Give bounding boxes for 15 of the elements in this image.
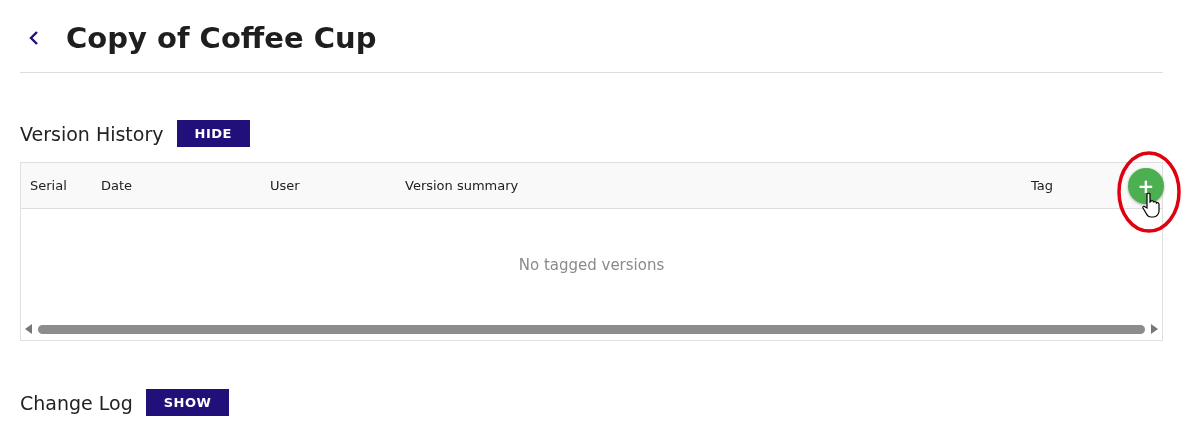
column-header: Serial bbox=[30, 178, 68, 193]
page-title: Copy of Coffee Cup bbox=[66, 21, 377, 55]
column-header: User bbox=[270, 178, 301, 193]
column-header: Version summary bbox=[405, 178, 520, 193]
column-header: Tag bbox=[1031, 178, 1054, 193]
scroll-right-icon[interactable] bbox=[1151, 324, 1158, 334]
toggle-button[interactable]: HIDE bbox=[176, 120, 250, 147]
scrollbar-thumb[interactable] bbox=[38, 324, 1145, 334]
empty-message: No tagged versions bbox=[518, 256, 665, 274]
column-header: Date bbox=[101, 178, 134, 193]
section-title: Change Log bbox=[20, 391, 133, 414]
back-icon[interactable] bbox=[28, 30, 40, 46]
section-title: Version History bbox=[20, 122, 164, 145]
toggle-button[interactable]: SHOW bbox=[145, 389, 230, 416]
scroll-left-icon[interactable] bbox=[25, 324, 32, 334]
